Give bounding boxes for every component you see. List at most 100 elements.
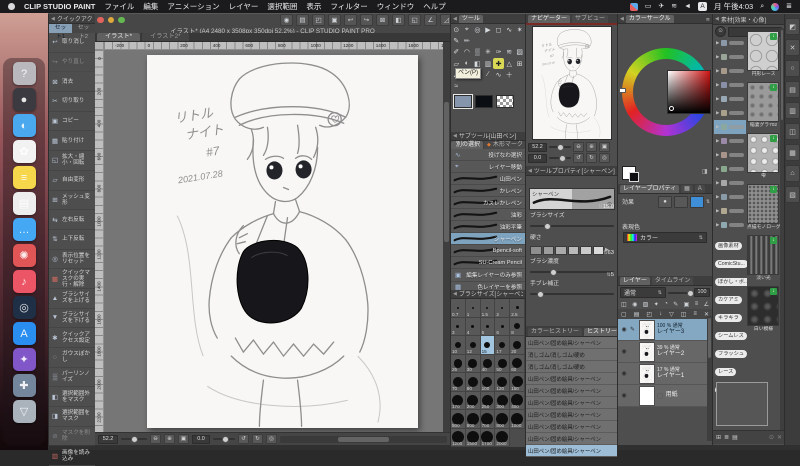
material-shortcut-3[interactable]: ○: [785, 60, 800, 77]
material-item[interactable]: ↓ 点描モノローグ: [747, 184, 780, 232]
navigator-tab[interactable]: ナビゲーター: [528, 15, 571, 23]
history-item[interactable]: 山田ペン/固め絵具/シャーペン: [526, 385, 617, 397]
brush-size-cell[interactable]: 200: [465, 391, 481, 410]
layer-thumbnail[interactable]: [639, 319, 655, 340]
panel-menu-icon[interactable]: ≣: [706, 17, 710, 23]
navigator-rotate-right-icon[interactable]: ↻: [586, 153, 597, 163]
material-item[interactable]: ↓ 円形レース: [747, 31, 780, 79]
history-item[interactable]: 山田ペン/固め絵具/シャーペン: [526, 421, 617, 433]
stepper-icon[interactable]: ⇅: [603, 250, 607, 256]
layer-visibility-eye-icon[interactable]: [620, 348, 628, 355]
text-shortcut-icon[interactable]: A: [694, 185, 705, 193]
layer-row[interactable]: ▢ 39 % 通常 レイヤー2: [618, 341, 712, 363]
lock-alpha-icon[interactable]: ▨: [643, 301, 649, 308]
quick-access-item[interactable]: ▼ ブラシサイズを下げる: [49, 309, 95, 329]
quick-access-item[interactable]: ▲ ブラシサイズを上げる: [49, 289, 95, 309]
airplay-status-icon[interactable]: ✈: [658, 0, 664, 13]
transform-icon[interactable]: ◱: [408, 13, 421, 26]
canvas-vertical-scrollbar[interactable]: [443, 42, 450, 432]
brush-size-cell[interactable]: 20: [510, 336, 525, 355]
tool-cell[interactable]: [483, 35, 494, 46]
navigator-tab[interactable]: サブビュー: [572, 15, 609, 23]
mask-enable-icon[interactable]: ▣: [684, 301, 690, 308]
snap-ruler-icon[interactable]: ∠: [424, 13, 437, 26]
tree-disclosure-icon[interactable]: ▶: [716, 124, 719, 130]
material-tree-item[interactable]: ▶: [714, 120, 746, 134]
layers-tab[interactable]: レイヤー: [620, 277, 650, 285]
brush-size-cell[interactable]: 600: [465, 410, 481, 429]
material-thumbnail[interactable]: ↓: [747, 235, 779, 275]
appstore-icon[interactable]: A: [12, 322, 36, 345]
curve-tool-icon[interactable]: ∿: [493, 69, 504, 80]
messages-icon[interactable]: …: [12, 218, 36, 241]
lasso-tool-icon[interactable]: ∿: [504, 24, 515, 35]
material-tag[interactable]: カケアミ: [715, 296, 742, 305]
quick-access-item[interactable]: ▩ クイックマスクの実行・解除: [49, 269, 95, 289]
navigator-zoom-in-icon[interactable]: ⊕: [586, 142, 597, 152]
reset-rotation-button[interactable]: ◎: [266, 434, 277, 444]
brush-size-cell[interactable]: 2: [495, 299, 511, 318]
tree-disclosure-icon[interactable]: ▶: [716, 166, 719, 172]
mask-link-icon[interactable]: ≡: [695, 301, 699, 307]
subtool-item[interactable]: 油彩平筆: [451, 221, 525, 234]
line-tool-icon[interactable]: ∕: [483, 69, 494, 80]
rotation-slider[interactable]: [213, 436, 235, 443]
apple-menu-icon[interactable]: [8, 3, 15, 10]
tool-cell[interactable]: [504, 35, 515, 46]
document-tab[interactable]: イラスト2*: [142, 33, 189, 41]
brush-size-cell[interactable]: 50: [495, 354, 511, 373]
navigator-rotation-slider[interactable]: [549, 155, 571, 162]
deco-highlight-tool-icon[interactable]: ✚: [493, 57, 504, 70]
quick-access-item[interactable]: ▣ コピー: [49, 112, 95, 132]
save-file-icon[interactable]: ▣: [328, 13, 341, 26]
correct-line-tool-icon[interactable]: ≈: [451, 80, 462, 91]
new-file-icon[interactable]: ▤: [296, 13, 309, 26]
layer-thumbnail[interactable]: [639, 341, 655, 362]
material-shortcut-7[interactable]: ▦: [785, 144, 800, 161]
navigator-rotation-readout[interactable]: 0.0: [528, 153, 547, 163]
tool-cell[interactable]: [493, 35, 504, 46]
material-shortcut-5[interactable]: ▥: [785, 102, 800, 119]
control-center-icon[interactable]: ≣: [786, 0, 792, 13]
layer-ruler-icon[interactable]: ∠: [704, 301, 709, 308]
zoom-slider[interactable]: [121, 436, 147, 443]
transparent-color-swatch[interactable]: [496, 94, 514, 108]
subtool-item[interactable]: ▣ 編集レイヤーのみ参照: [451, 269, 525, 282]
material-tag[interactable]: ぼかし・ボ...: [715, 278, 747, 287]
material-tree-item[interactable]: ▶: [714, 64, 746, 78]
navigator-fit-icon[interactable]: ▣: [599, 142, 610, 152]
tool-cell[interactable]: [514, 80, 525, 91]
material-tree-item[interactable]: ▶: [714, 148, 746, 162]
quick-access-item[interactable]: ◨ 選択範囲をマスク: [49, 407, 95, 427]
material-tree-item[interactable]: ▶: [714, 218, 746, 232]
layer-visibility-eye-icon[interactable]: [620, 326, 628, 333]
border-effect-shortcut-icon[interactable]: ▦: [681, 185, 693, 193]
tool-panel-tab[interactable]: ツール: [458, 15, 483, 23]
layer-opacity-value[interactable]: 100: [694, 288, 710, 297]
menubar-menu-item[interactable]: 表示: [306, 1, 321, 12]
material-tree-item[interactable]: ▶: [714, 204, 746, 218]
canvas-horizontal-scrollbar[interactable]: [280, 435, 447, 443]
new-folder-icon[interactable]: ◰: [646, 311, 652, 318]
subtool-item[interactable]: シャーペン: [451, 233, 525, 246]
quick-access-item[interactable]: ▒ パーリンノイズ: [49, 368, 95, 388]
tree-disclosure-icon[interactable]: ▶: [716, 40, 719, 46]
clip-below-icon[interactable]: ✦: [654, 301, 659, 308]
hue-marker[interactable]: [619, 88, 626, 93]
quick-access-item[interactable]: ✂ 切り取り: [49, 92, 95, 112]
layer-name[interactable]: レイヤー3: [657, 329, 684, 336]
menubar-menu-item[interactable]: 編集: [143, 1, 158, 12]
material-tree-item[interactable]: ▶: [714, 78, 746, 92]
decoration-tool-icon[interactable]: ✳: [483, 47, 494, 58]
object-tool-icon[interactable]: ▶: [483, 24, 494, 35]
subtool-item[interactable]: ⌖ レイヤー移動: [451, 161, 525, 174]
tool-cell[interactable]: [462, 80, 473, 91]
brush-size-cell[interactable]: 1700: [480, 428, 496, 447]
photos-icon[interactable]: ✿: [12, 140, 36, 163]
tree-disclosure-icon[interactable]: ▶: [716, 222, 719, 228]
layer-visibility-eye-icon[interactable]: [620, 392, 628, 399]
brush-size-cell[interactable]: 1000: [510, 410, 525, 429]
eyedropper-tool-icon[interactable]: ＋: [504, 69, 515, 80]
material-tree-item[interactable]: ▶: [714, 162, 746, 176]
tree-disclosure-icon[interactable]: ▶: [716, 82, 719, 88]
